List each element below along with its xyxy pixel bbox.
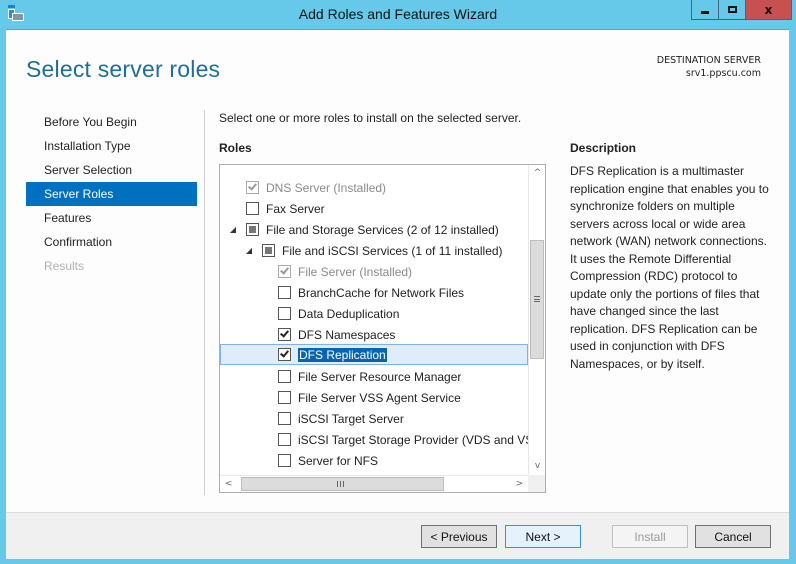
role-checkbox[interactable] <box>278 328 291 341</box>
roles-heading: Roles <box>219 141 252 155</box>
maximize-icon <box>727 6 737 13</box>
role-row[interactable]: File Server (Installed) <box>220 261 528 282</box>
role-checkbox[interactable] <box>246 202 259 215</box>
role-label: iSCSI Target Storage Provider (VDS and V… <box>298 432 528 447</box>
role-label: DFS Namespaces <box>298 327 396 342</box>
chevron-left-icon: < <box>224 479 233 489</box>
next-button[interactable]: Next > <box>505 525 581 548</box>
indeterminate-icon <box>265 247 272 254</box>
role-label: DFS Replication <box>298 347 387 362</box>
horizontal-scroll-thumb[interactable] <box>241 477 444 491</box>
grip-icon <box>337 481 344 487</box>
grip-icon <box>534 296 540 302</box>
chevron-up-icon: ^ <box>533 168 542 178</box>
chevron-right-icon: > <box>515 479 524 489</box>
nav-item-results: Results <box>44 259 85 273</box>
instruction-text: Select one or more roles to install on t… <box>219 111 522 125</box>
checkmark-icon <box>280 348 289 358</box>
role-label: iSCSI Target Server <box>298 411 404 426</box>
role-checkbox[interactable] <box>278 286 291 299</box>
role-label: DNS Server (Installed) <box>266 180 387 195</box>
role-row[interactable]: File Server VSS Agent Service <box>220 387 528 408</box>
role-row[interactable]: iSCSI Target Server <box>220 408 528 429</box>
role-checkbox[interactable] <box>278 307 291 320</box>
checkmark-icon <box>280 265 289 275</box>
destination-server-value: srv1.ppscu.com <box>685 68 761 79</box>
horizontal-scrollbar[interactable]: < > <box>220 475 528 492</box>
roles-list-viewport: DNS Server (Installed) Fax Server ◢ File an… <box>220 165 528 475</box>
role-checkbox <box>246 181 259 194</box>
description-heading: Description <box>570 141 637 155</box>
role-checkbox[interactable] <box>278 391 291 404</box>
nav-item-before-you-begin[interactable]: Before You Begin <box>26 110 197 134</box>
role-row[interactable]: iSCSI Target Storage Provider (VDS and V… <box>220 429 528 450</box>
role-row[interactable]: DNS Server (Installed) <box>220 177 528 198</box>
checkmark-icon <box>280 328 289 338</box>
role-checkbox[interactable] <box>278 412 291 425</box>
scroll-down-button[interactable]: v <box>529 458 545 475</box>
role-row[interactable]: ◢ File and Storage Services (2 of 12 inst… <box>220 219 528 240</box>
role-row[interactable]: DFS Replication <box>220 344 528 365</box>
role-checkbox[interactable] <box>246 223 259 236</box>
role-row[interactable]: Server for NFS <box>220 450 528 471</box>
role-label: Fax Server <box>266 201 325 216</box>
wizard-client-area: Select server roles DESTINATION SERVER s… <box>6 29 789 559</box>
role-label: BranchCache for Network Files <box>298 285 465 300</box>
role-checkbox[interactable] <box>278 370 291 383</box>
role-row[interactable]: BranchCache for Network Files <box>220 282 528 303</box>
description-text: DFS Replication is a multimaster replica… <box>570 164 769 371</box>
role-checkbox[interactable] <box>278 433 291 446</box>
vertical-scroll-thumb[interactable] <box>530 240 544 359</box>
role-label: File and iSCSI Services (1 of 11 install… <box>282 243 503 258</box>
role-label: Data Deduplication <box>298 306 400 321</box>
minimize-icon <box>701 10 709 14</box>
close-button[interactable]: x <box>746 0 792 20</box>
role-row[interactable]: Fax Server <box>220 198 528 219</box>
window-title: Add Roles and Features Wizard <box>298 6 498 22</box>
role-checkbox[interactable] <box>262 244 275 257</box>
vertical-scrollbar[interactable]: ^ v <box>528 165 545 475</box>
destination-server-label: DESTINATION SERVER <box>656 55 761 66</box>
page-title: Select server roles <box>26 56 221 82</box>
minimize-button[interactable] <box>691 0 719 20</box>
wizard-footer: < Previous Next > Install Cancel <box>6 512 789 559</box>
role-row[interactable]: File Server Resource Manager <box>220 366 528 387</box>
nav-item-confirmation[interactable]: Confirmation <box>26 230 197 254</box>
role-checkbox[interactable] <box>278 454 291 467</box>
role-label: File Server Resource Manager <box>298 369 462 384</box>
close-icon: x <box>764 2 773 17</box>
scroll-left-button[interactable]: < <box>220 476 237 492</box>
nav-item-server-roles[interactable]: Server Roles <box>26 182 197 206</box>
nav-item-installation-type[interactable]: Installation Type <box>26 134 197 158</box>
role-label: File and Storage Services (2 of 12 insta… <box>266 222 499 237</box>
cancel-button[interactable]: Cancel <box>695 525 771 548</box>
expand-triangle-icon[interactable]: ◢ <box>244 246 254 255</box>
role-row[interactable]: DFS Namespaces <box>220 324 528 345</box>
scroll-up-button[interactable]: ^ <box>529 165 545 182</box>
role-label: File Server (Installed) <box>298 264 413 279</box>
checkmark-icon <box>248 181 257 191</box>
title-bar: Add Roles and Features Wizard x <box>0 0 796 29</box>
role-checkbox[interactable] <box>278 348 291 361</box>
nav-item-server-selection[interactable]: Server Selection <box>26 158 197 182</box>
wizard-steps-nav: Before You Begin Installation Type Serve… <box>26 110 197 278</box>
chevron-down-icon: v <box>534 461 541 471</box>
previous-button[interactable]: < Previous <box>421 525 497 548</box>
scroll-right-button[interactable]: > <box>511 476 528 492</box>
role-label: Server for NFS <box>298 453 379 468</box>
expand-triangle-icon[interactable]: ◢ <box>228 225 238 234</box>
role-row[interactable]: ◢ File and iSCSI Services (1 of 11 instal… <box>220 240 528 261</box>
nav-divider <box>204 110 205 495</box>
role-label: File Server VSS Agent Service <box>298 390 461 405</box>
maximize-button[interactable] <box>719 0 746 20</box>
nav-item-features[interactable]: Features <box>26 206 197 230</box>
install-button: Install <box>612 525 688 548</box>
role-row[interactable]: Data Deduplication <box>220 303 528 324</box>
scrollbar-corner <box>528 475 545 492</box>
role-checkbox <box>278 265 291 278</box>
indeterminate-icon <box>249 226 256 233</box>
roles-tree-list[interactable]: DNS Server (Installed) Fax Server ◢ File an… <box>219 164 546 493</box>
